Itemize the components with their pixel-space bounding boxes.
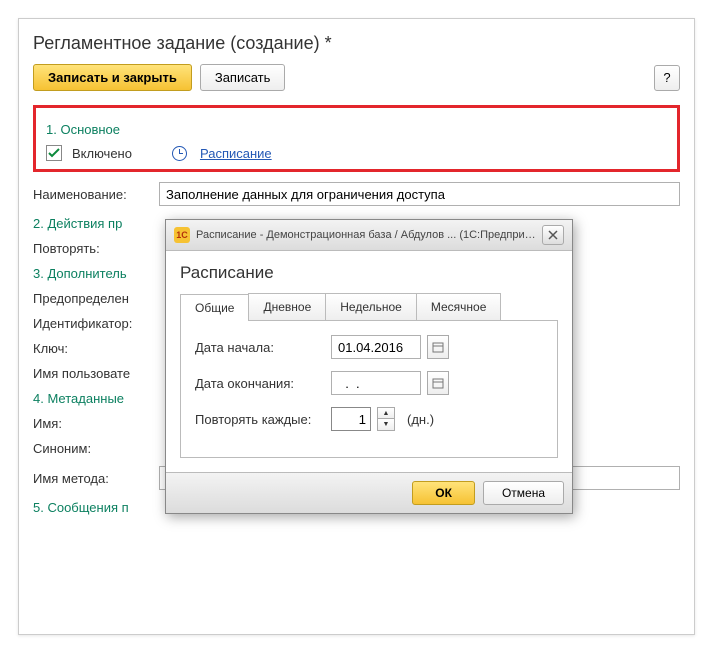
calendar-icon	[432, 341, 444, 353]
save-and-close-button[interactable]: Записать и закрыть	[33, 64, 192, 91]
cancel-button[interactable]: Отмена	[483, 481, 564, 505]
spin-up-button[interactable]: ▲	[378, 408, 394, 419]
repeat-every-label: Повторять каждые:	[195, 412, 325, 427]
toolbar: Записать и закрыть Записать ?	[33, 64, 680, 91]
end-date-input[interactable]	[331, 371, 421, 395]
synonym-label: Синоним:	[33, 441, 153, 456]
tabs: Общие Дневное Недельное Месячное	[180, 293, 558, 321]
section-1-header[interactable]: 1. Основное	[46, 122, 667, 137]
repeat-label: Повторять:	[33, 241, 153, 256]
repeat-unit-label: (дн.)	[407, 412, 434, 427]
tab-general[interactable]: Общие	[180, 294, 249, 321]
end-date-picker-button[interactable]	[427, 371, 449, 395]
name-label: Наименование:	[33, 187, 153, 202]
predefined-label: Предопределен	[33, 291, 153, 306]
dialog-titlebar[interactable]: 1С Расписание - Демонстрационная база / …	[166, 220, 572, 251]
main-window: Регламентное задание (создание) * Записа…	[18, 18, 695, 635]
schedule-link[interactable]: Расписание	[200, 146, 272, 161]
enabled-label: Включено	[72, 146, 132, 161]
username-label: Имя пользовате	[33, 366, 153, 381]
name-row: Наименование:	[33, 182, 680, 206]
dialog-body: Расписание Общие Дневное Недельное Месяч…	[166, 251, 572, 472]
check-icon	[48, 147, 60, 159]
page-title: Регламентное задание (создание) *	[33, 33, 680, 54]
start-date-row: Дата начала:	[195, 335, 543, 359]
save-button[interactable]: Записать	[200, 64, 286, 91]
calendar-icon	[432, 377, 444, 389]
dialog-close-button[interactable]	[542, 225, 564, 245]
spin-down-button[interactable]: ▼	[378, 419, 394, 430]
tab-content-general: Дата начала: Дата окончания: Повторять к…	[180, 321, 558, 458]
start-date-picker-button[interactable]	[427, 335, 449, 359]
repeat-every-row: Повторять каждые: ▲ ▼ (дн.)	[195, 407, 543, 431]
start-date-label: Дата начала:	[195, 340, 325, 355]
end-date-label: Дата окончания:	[195, 376, 325, 391]
app-logo-icon: 1С	[174, 227, 190, 243]
clock-icon	[172, 146, 187, 161]
start-date-input[interactable]	[331, 335, 421, 359]
section-main-highlight: 1. Основное Включено Расписание	[33, 105, 680, 172]
dialog-title: Расписание - Демонстрационная база / Абд…	[196, 229, 536, 241]
dialog-footer: ОК Отмена	[166, 472, 572, 513]
end-date-row: Дата окончания:	[195, 371, 543, 395]
dialog-heading: Расписание	[180, 263, 558, 283]
repeat-every-input[interactable]	[331, 407, 371, 431]
enabled-row: Включено Расписание	[46, 145, 667, 161]
close-icon	[548, 230, 558, 240]
method-label: Имя метода:	[33, 471, 153, 486]
ok-button[interactable]: ОК	[412, 481, 475, 505]
name-input[interactable]	[159, 182, 680, 206]
identifier-label: Идентификатор:	[33, 316, 153, 331]
enabled-checkbox[interactable]	[46, 145, 62, 161]
repeat-spinner: ▲ ▼	[377, 407, 395, 431]
key-label: Ключ:	[33, 341, 153, 356]
tab-weekly[interactable]: Недельное	[325, 293, 417, 320]
tab-monthly[interactable]: Месячное	[416, 293, 502, 320]
imya-label: Имя:	[33, 416, 153, 431]
help-button[interactable]: ?	[654, 65, 680, 91]
schedule-dialog: 1С Расписание - Демонстрационная база / …	[165, 219, 573, 514]
tab-daily[interactable]: Дневное	[248, 293, 326, 320]
